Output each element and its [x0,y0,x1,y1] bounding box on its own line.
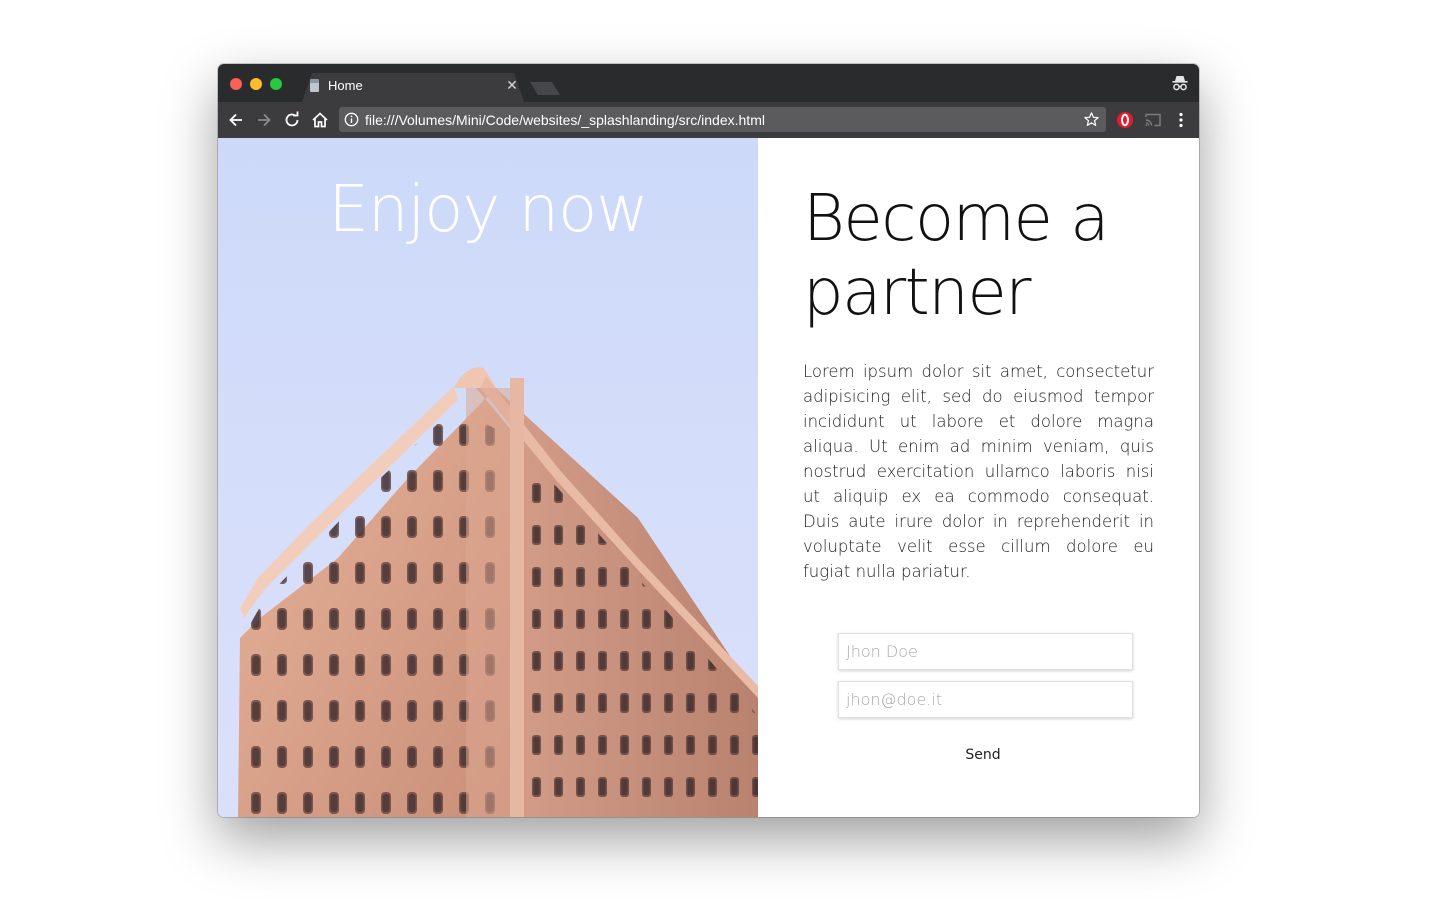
reload-icon[interactable] [282,110,302,130]
partner-heading: Become a partner [803,182,1109,330]
tab-title: Home [328,78,363,93]
browser-window: Home ✕ file:///Volumes/Mini/Code/website… [218,64,1199,817]
close-icon[interactable]: ✕ [505,77,519,93]
tab-strip: Home ✕ [218,64,1199,102]
url-text[interactable]: file:///Volumes/Mini/Code/websites/_spla… [365,112,765,128]
address-bar[interactable]: file:///Volumes/Mini/Code/websites/_spla… [339,107,1106,132]
info-icon[interactable] [344,112,359,127]
new-tab-button[interactable] [530,82,560,95]
opera-icon[interactable] [1115,110,1135,130]
partner-section: Become a partner Lorem ipsum dolor sit a… [803,138,1155,817]
incognito-icon[interactable] [1170,73,1190,93]
minimize-window-button[interactable] [250,78,262,90]
zoom-window-button[interactable] [270,78,282,90]
home-icon[interactable] [310,110,330,130]
forward-icon[interactable] [254,110,274,130]
close-window-button[interactable] [230,78,242,90]
back-icon[interactable] [226,110,246,130]
hero-title: Enjoy now [328,173,648,247]
star-icon[interactable] [1083,111,1100,128]
browser-toolbar: file:///Volumes/Mini/Code/websites/_spla… [218,102,1199,138]
send-button[interactable]: Send [943,743,1023,767]
page-favicon [310,79,319,92]
page-content: Enjoy now Become a partner Lorem ipsum d… [218,138,1199,817]
cast-icon[interactable] [1143,110,1163,130]
name-input[interactable] [838,633,1133,670]
hero-image: Enjoy now [218,138,758,817]
email-input[interactable] [838,681,1133,718]
partner-description: Lorem ipsum dolor sit amet, consectetur … [803,362,1154,581]
menu-icon[interactable] [1171,110,1191,130]
